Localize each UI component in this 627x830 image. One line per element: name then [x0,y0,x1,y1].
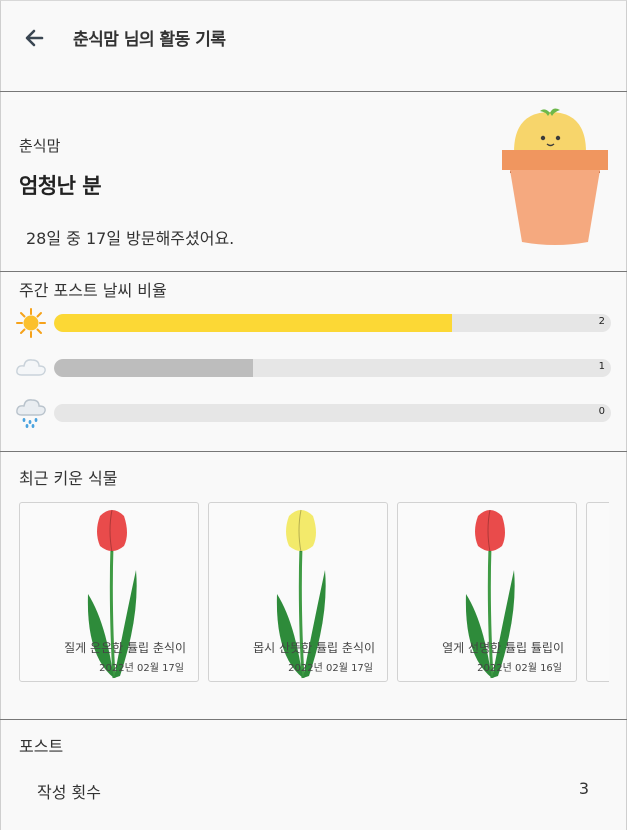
plant-name: 몹시 산뜻한 튤립 춘식이 [253,641,375,655]
recent-plants-section: 최근 키운 식물 질게 은은한 튤립 춘식이 2022년 02월 17일 몹시 … [0,452,627,720]
posts-section: 포스트 작성 횟수 3 [0,720,627,830]
page-title: 춘식맘 님의 활동 기록 [73,30,226,50]
weather-bar-fill [54,314,452,332]
plant-carousel[interactable]: 질게 은은한 튤립 춘식이 2022년 02월 17일 몹시 산뜻한 튤립 춘식… [19,502,609,684]
weather-ratio-section: 주간 포스트 날씨 비율 2 1 0 [0,272,627,452]
plant-card[interactable]: 열게 선명한 튤립 튤립이 2022년 02월 16일 [397,502,577,682]
profile-section: 춘식맘 엄청난 분 28일 중 17일 방문해주셨어요. [0,92,627,272]
user-grade: 엄청난 분 [19,174,102,198]
plant-date: 2022년 02월 17일 [288,663,373,674]
weather-bar-track: 0 [54,404,611,422]
section-title-weather: 주간 포스트 날씨 비율 [19,281,167,300]
weather-bar-track: 2 [54,314,611,332]
plant-name: 열게 선명한 튤립 튤립이 [442,641,564,655]
plant-name: 질게 은은한 튤립 춘식이 [64,641,186,655]
cloud-icon [16,359,46,376]
section-title-posts: 포스트 [19,737,64,756]
back-button[interactable] [20,24,48,52]
plant-card[interactable]: 몹시 산뜻한 튤립 춘식이 2022년 02월 17일 [208,502,388,682]
arrow-left-icon [25,29,44,47]
top-bar: 춘식맘 님의 활동 기록 [0,0,627,92]
weather-row-cloud: 1 [15,355,613,381]
weather-count: 1 [598,361,605,372]
user-nickname: 춘식맘 [19,137,61,155]
visit-summary: 28일 중 17일 방문해주셨어요. [26,229,235,248]
plant-card[interactable]: 질게 은은한 튤립 춘식이 2022년 02월 17일 [19,502,199,682]
weather-bar-track: 1 [54,359,611,377]
sun-icon [16,308,46,338]
weather-row-sun: 2 [15,308,613,338]
plant-date: 2022년 02월 16일 [477,663,562,674]
weather-bar-fill [54,359,253,377]
plant-card-partial[interactable] [586,502,609,682]
rain-cloud-icon [16,399,46,428]
weather-row-rain: 0 [15,399,613,428]
post-count-label: 작성 횟수 [37,783,101,802]
post-count-value: 3 [578,779,589,798]
weather-count: 0 [598,406,605,417]
weather-count: 2 [598,316,605,327]
mascot-pot-icon [502,108,608,245]
plant-date: 2022년 02월 17일 [99,663,184,674]
section-title-plants: 최근 키운 식물 [19,469,118,488]
